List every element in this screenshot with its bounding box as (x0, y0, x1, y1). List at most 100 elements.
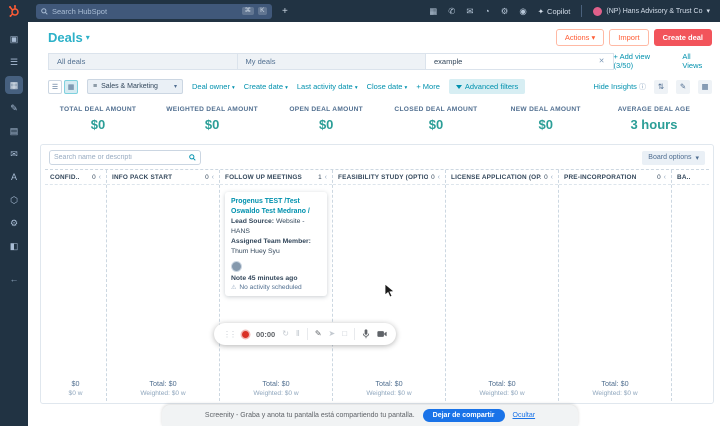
pause-icon[interactable]: Ⅱ (296, 330, 300, 338)
close-icon[interactable]: ✕ (593, 57, 605, 65)
pipeline-select[interactable]: ≡ Sales & Marketing ▾ (87, 79, 183, 94)
settings-icon[interactable]: ⚙ (501, 7, 509, 16)
activity-label: No activity scheduled (239, 284, 302, 292)
grip-icon: ≡ (93, 83, 98, 90)
column-body[interactable] (45, 185, 106, 376)
toolbar-divider (354, 328, 356, 340)
copilot-label: Copilot (547, 6, 571, 16)
board-view-button[interactable]: ▦ (64, 79, 78, 94)
calling-icon[interactable]: ✆ (448, 7, 455, 16)
global-search-input[interactable] (52, 6, 239, 16)
column-body[interactable]: Progenus TEST /Test Oswaldo Test Medrano… (220, 185, 332, 376)
hide-insights-link[interactable]: Hide Insights ⓘ (594, 82, 646, 92)
collapse-column-icon[interactable]: ‹ (325, 174, 327, 181)
column-header[interactable]: LICENSE APPLICATION (OP.. 0 ‹ (446, 170, 558, 185)
grid-icon[interactable]: ▦ (698, 79, 712, 94)
column-body[interactable] (107, 185, 219, 376)
hide-banner-link[interactable]: Ocultar (513, 412, 536, 419)
screen-recorder-toolbar: ⋮⋮ 00:00 ↻ Ⅱ ✎ ➤ □ (214, 323, 397, 345)
commerce-icon[interactable]: ⬡ (5, 191, 23, 209)
cursor-tool-icon[interactable]: ➤ (329, 330, 336, 338)
column-body[interactable] (446, 185, 558, 376)
all-views-link[interactable]: All Views (682, 52, 712, 70)
column-info-pack-start: INFO PACK START 0 ‹ Total: $0 Weighted: … (107, 170, 220, 401)
column-label: CONFID.. (50, 174, 80, 181)
reporting-icon[interactable]: ◧ (5, 237, 23, 255)
sprocket-icon (9, 5, 19, 17)
help-icon[interactable]: ◔ (485, 7, 490, 16)
column-header[interactable]: PRE-INCORPORATION 0 ‹ (559, 170, 671, 185)
deals-board-icon[interactable]: ▦ (5, 76, 23, 94)
camera-icon[interactable] (377, 330, 387, 338)
record-indicator-icon[interactable] (242, 330, 249, 338)
chevron-down-icon: ▾ (285, 85, 288, 91)
column-header[interactable]: CONFID.. 0 ‹ (45, 170, 106, 185)
collapse-column-icon[interactable]: ‹ (212, 174, 214, 181)
drag-handle-icon[interactable]: ⋮⋮ (223, 330, 237, 339)
tab-example[interactable]: example ✕ (425, 52, 614, 70)
account-menu[interactable]: (NP) Hans Advisory & Trust Co ▾ (593, 6, 710, 16)
notifications-icon[interactable]: ◉ (519, 7, 526, 16)
page-title[interactable]: Deals (48, 30, 83, 45)
advanced-filters-button[interactable]: Advanced filters (448, 79, 526, 94)
filter-create-date[interactable]: Create date ▾ (244, 82, 288, 91)
restart-icon[interactable]: ↻ (282, 330, 289, 338)
deal-title-link[interactable]: Progenus TEST /Test Oswaldo Test Medrano… (231, 197, 321, 216)
stop-sharing-button[interactable]: Dejar de compartir (422, 409, 505, 422)
sort-icon[interactable]: ⇅ (654, 79, 668, 94)
email-icon[interactable]: ✉ (466, 7, 473, 16)
create-deal-button[interactable]: Create deal (653, 29, 712, 46)
bookmarks-icon[interactable]: ▣ (5, 30, 23, 48)
collapse-column-icon[interactable]: ‹ (99, 174, 101, 181)
collapse-sidebar-icon[interactable]: ← (10, 274, 19, 284)
marketplace-icon[interactable]: ▦ (429, 7, 437, 16)
column-body[interactable] (559, 185, 671, 376)
tab-all-deals[interactable]: All deals (48, 52, 237, 70)
global-search[interactable]: ⌘ K (36, 3, 272, 19)
add-view-link[interactable]: + Add view (3/50) (614, 52, 671, 70)
tab-my-deals[interactable]: My deals (236, 52, 425, 70)
board-search-input[interactable] (54, 154, 189, 161)
column-header[interactable]: FOLLOW UP MEETINGS 1 ‹ (220, 170, 332, 185)
board-search[interactable] (49, 150, 201, 165)
copilot-button[interactable]: ✦ Copilot (538, 7, 571, 16)
column-body[interactable] (672, 185, 709, 392)
column-count: 0 (657, 174, 661, 181)
filter-close-date[interactable]: Close date ▾ (367, 82, 408, 91)
settings-icon[interactable]: ⚙ (5, 214, 23, 232)
avatar[interactable] (231, 261, 242, 273)
messaging-icon[interactable]: ✉ (5, 145, 23, 163)
hubspot-logo[interactable] (0, 5, 28, 17)
actions-button[interactable]: Actions ▾ (555, 29, 605, 46)
list-view-button[interactable]: ☰ (48, 79, 62, 94)
column-header[interactable]: FEASIBILITY STUDY (OPTIO.. 0 ‹ (333, 170, 445, 185)
board-options-button[interactable]: Board options ▾ (642, 150, 705, 165)
info-icon: ⓘ (639, 83, 646, 91)
automation-icon[interactable]: A (5, 168, 23, 186)
filter-label: Create date (243, 82, 283, 91)
more-filters-link[interactable]: + More (416, 82, 440, 91)
collapse-column-icon[interactable]: ‹ (551, 174, 553, 181)
stat-label: NEW DEAL AMOUNT (510, 106, 581, 113)
column-header[interactable]: BA.. (672, 170, 709, 185)
column-body[interactable] (333, 185, 445, 376)
quick-add-button[interactable]: + (282, 6, 288, 17)
microphone-icon[interactable] (362, 329, 370, 339)
crm-icon[interactable]: ☰ (5, 53, 23, 71)
content-icon[interactable]: ▤ (5, 122, 23, 140)
board-options-label: Board options (648, 154, 692, 161)
edit-icon[interactable]: ✎ (676, 79, 690, 94)
marketing-icon[interactable]: ✎ (5, 99, 23, 117)
pencil-icon[interactable]: ✎ (315, 330, 322, 338)
actions-label: Actions (564, 33, 590, 42)
deal-card[interactable]: Progenus TEST /Test Oswaldo Test Medrano… (225, 192, 327, 297)
collapse-column-icon[interactable]: ‹ (664, 174, 666, 181)
filter-last-activity-date[interactable]: Last activity date ▾ (297, 82, 358, 91)
import-button[interactable]: Import (609, 29, 649, 46)
left-navigation-sidebar: ▣ ☰ ▦ ✎ ▤ ✉ A ⬡ ⚙ ◧ ← (0, 22, 28, 426)
view-tabs: All deals My deals example ✕ + Add view … (48, 52, 712, 70)
shape-tool-icon[interactable]: □ (342, 330, 347, 338)
collapse-column-icon[interactable]: ‹ (438, 174, 440, 181)
column-header[interactable]: INFO PACK START 0 ‹ (107, 170, 219, 185)
filter-deal-owner[interactable]: Deal owner ▾ (192, 82, 235, 91)
